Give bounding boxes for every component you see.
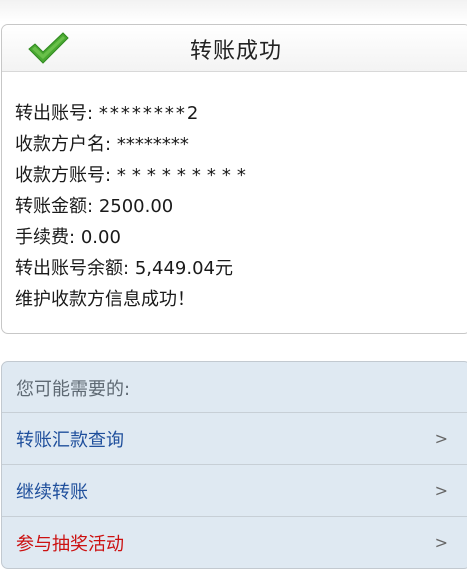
detail-payee-account: 收款方账号: *********	[15, 160, 252, 191]
detail-value: 2500.00	[98, 196, 174, 217]
detail-value: ********2	[98, 103, 201, 124]
suggestions-title: 您可能需要的:	[16, 379, 131, 400]
link-continue-transfer[interactable]: 继续转账 >	[2, 465, 467, 517]
success-message: 维护收款方信息成功！	[15, 289, 195, 310]
suggestions-panel: 您可能需要的: 转账汇款查询 > 继续转账 > 参与抽奖活动 >	[1, 361, 467, 569]
detail-amount: 转账金额: 2500.00	[15, 191, 252, 222]
detail-label: 手续费:	[15, 227, 76, 248]
detail-value: 5,449.04元	[134, 258, 233, 279]
detail-payee-name: 收款方户名: ********	[15, 129, 252, 160]
detail-value: ********	[116, 134, 189, 155]
transfer-details: 转出账号: ********2 收款方户名: ******** 收款方账号: *…	[15, 98, 252, 315]
detail-label: 转出账号:	[15, 103, 94, 124]
link-lottery-activity[interactable]: 参与抽奖活动 >	[2, 517, 467, 568]
detail-label: 转出账号余额:	[15, 258, 130, 279]
chevron-right-icon: >	[434, 533, 448, 552]
detail-balance: 转出账号余额: 5,449.04元	[15, 253, 252, 284]
link-transfer-query[interactable]: 转账汇款查询 >	[2, 413, 467, 465]
top-strip	[0, 0, 467, 22]
chevron-right-icon: >	[434, 481, 448, 500]
transfer-result-card: 转账成功 转出账号: ********2 收款方户名: ******** 收款方…	[1, 24, 467, 334]
detail-value: 0.00	[80, 227, 121, 248]
result-header: 转账成功	[2, 25, 467, 72]
suggestions-header: 您可能需要的:	[2, 362, 467, 413]
suggestion-label: 转账汇款查询	[16, 430, 124, 451]
suggestion-label: 继续转账	[16, 482, 88, 503]
result-title: 转账成功	[189, 39, 282, 64]
detail-label: 收款方户名:	[15, 134, 112, 155]
detail-fee: 手续费: 0.00	[15, 222, 252, 253]
detail-label: 转账金额:	[15, 196, 94, 217]
detail-label: 收款方账号:	[15, 165, 112, 186]
detail-value: *********	[116, 165, 252, 186]
chevron-right-icon: >	[434, 429, 448, 448]
suggestion-label: 参与抽奖活动	[16, 534, 124, 555]
detail-from-account: 转出账号: ********2	[15, 98, 252, 129]
